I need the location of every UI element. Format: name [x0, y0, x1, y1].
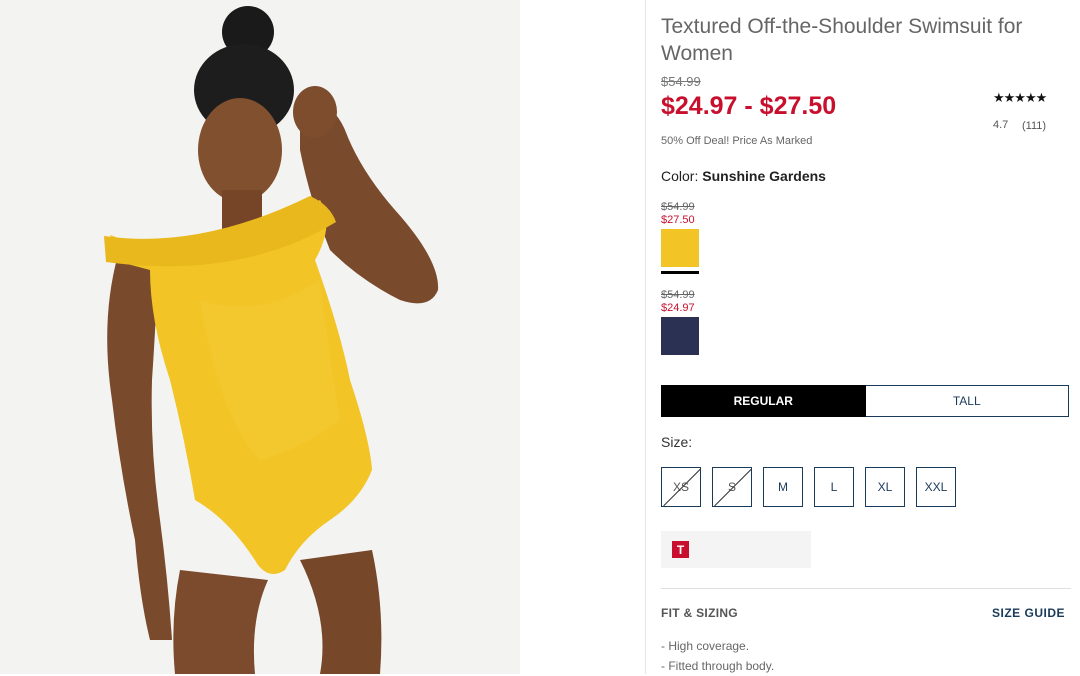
unavailable-slash: [663, 468, 700, 506]
size-xl-label: XL: [877, 480, 893, 494]
promo-text: 50% Off Deal! Price As Marked: [661, 135, 813, 147]
swatch-sale-price: $27.50: [661, 214, 695, 226]
size-label: Size:: [661, 434, 693, 450]
size-xxl-label: XXL: [924, 480, 948, 494]
selected-swatch-indicator: [661, 271, 699, 274]
promo-tile[interactable]: T: [661, 531, 811, 568]
sale-price: $24.97 - $27.50: [661, 92, 837, 120]
fit-tall-button[interactable]: TALL: [865, 385, 1069, 417]
swatch-chip-yellow[interactable]: [661, 229, 699, 267]
size-l-label: L: [830, 480, 838, 494]
size-l-button[interactable]: L: [814, 467, 854, 507]
rating-value: 4.7: [993, 119, 1009, 131]
size-xl-button[interactable]: XL: [865, 467, 905, 507]
product-title: Textured Off-the-Shoulder Swimsuit for W…: [661, 15, 1023, 65]
color-label: Color:: [661, 168, 699, 184]
review-count-link[interactable]: (111): [1022, 120, 1046, 132]
fit-regular-button[interactable]: REGULAR: [661, 385, 866, 417]
selected-color-name: Sunshine Gardens: [702, 168, 826, 184]
swatch-navy[interactable]: $54.99 $24.97: [661, 289, 721, 355]
size-m-button[interactable]: M: [763, 467, 803, 507]
size-guide-link[interactable]: SIZE GUIDE: [992, 606, 1065, 620]
swatch-yellow[interactable]: $54.99 $27.50: [661, 201, 721, 274]
product-image[interactable]: [0, 0, 520, 674]
swatch-sale-price: $24.97: [661, 302, 695, 314]
rating-stars-icon[interactable]: ★★★★★: [993, 90, 1047, 106]
size-s-button[interactable]: S: [712, 467, 752, 507]
section-divider: [661, 588, 1071, 589]
unavailable-slash: [714, 468, 751, 506]
fit-sizing-heading[interactable]: FIT & SIZING: [661, 606, 738, 620]
vertical-divider: [645, 0, 646, 674]
swatch-original-price: $54.99: [661, 289, 695, 301]
size-options: XS S M L XL XXL: [661, 467, 956, 507]
swatch-original-price: $54.99: [661, 201, 695, 213]
fit-bullet: - High coverage.: [661, 639, 750, 653]
size-xxl-button[interactable]: XXL: [916, 467, 956, 507]
size-xs-button[interactable]: XS: [661, 467, 701, 507]
fit-toggle: REGULAR TALL: [661, 385, 1069, 417]
fit-bullets: - High coverage. - Fitted through body.: [661, 636, 774, 676]
product-details: Textured Off-the-Shoulder Swimsuit for W…: [661, 0, 1071, 674]
color-label-row: Color: Sunshine Gardens: [661, 168, 826, 184]
swatch-chip-navy[interactable]: [661, 317, 699, 355]
original-price: $54.99: [661, 74, 701, 89]
model-illustration: [0, 0, 520, 674]
t-badge-icon: T: [672, 541, 689, 558]
fit-bullet: - Fitted through body.: [661, 659, 775, 673]
size-m-label: M: [778, 480, 788, 494]
